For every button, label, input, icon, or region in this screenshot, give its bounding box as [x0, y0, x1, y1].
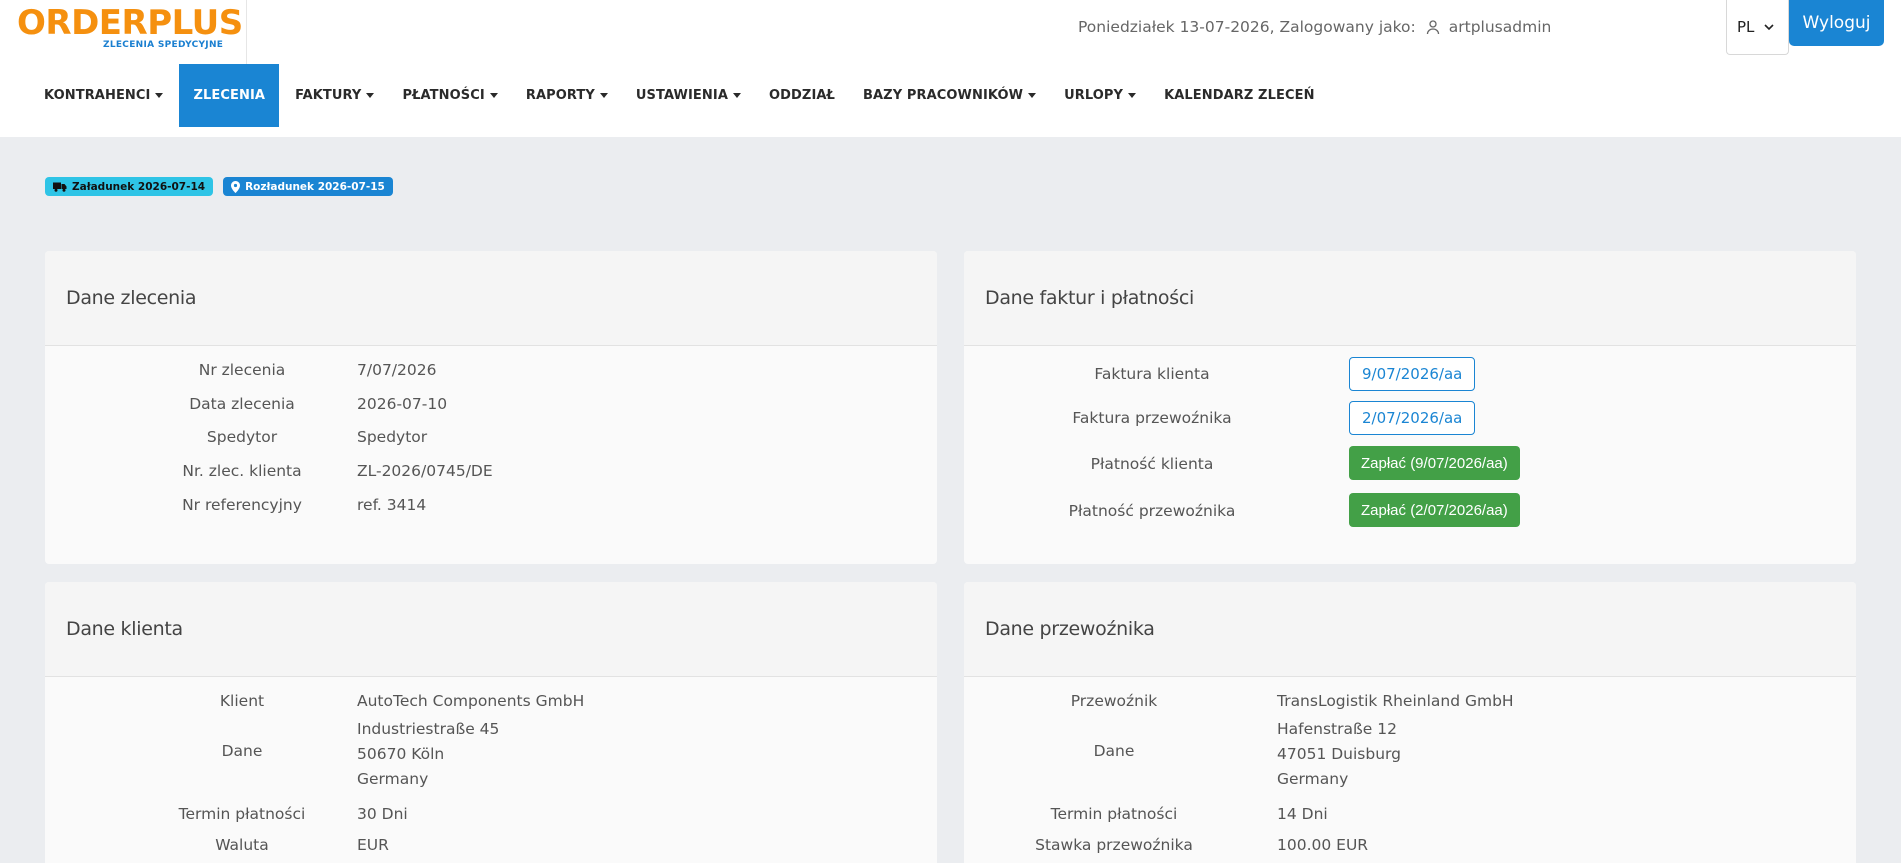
payment-row-carrier: Płatność przewoźnika Zapłać (2/07/2026/a… — [964, 493, 1856, 527]
nav-platnosci[interactable]: PŁATNOŚCI — [388, 64, 511, 127]
unloading-badge: Rozładunek 2026-07-15 — [223, 177, 393, 196]
date-badges: Załadunek 2026-07-14 Rozładunek 2026-07-… — [45, 177, 393, 196]
client-invoice-link[interactable]: 9/07/2026/aa — [1349, 357, 1476, 391]
language-value: PL — [1737, 18, 1755, 36]
nav-zlecenia[interactable]: ZLECENIA — [179, 64, 280, 127]
nav-urlopy[interactable]: URLOPY — [1050, 64, 1150, 127]
carrier-card-title: Dane przewoźnika — [964, 582, 1856, 677]
date-login-text: Poniedziałek 13-07-2026, Zalogowany jako… — [1078, 18, 1416, 36]
language-select[interactable]: PL — [1726, 0, 1789, 55]
nav-faktury[interactable]: FAKTURY — [281, 64, 388, 127]
carrier-address: Hafenstraße 12 47051 Duisburg Germany — [1277, 720, 1401, 788]
client-card-title: Dane klienta — [45, 582, 937, 677]
caret-down-icon — [599, 93, 608, 98]
username: artplusadmin — [1448, 18, 1552, 36]
truck-icon — [53, 182, 67, 192]
logo-text: ORDERPLUS — [17, 3, 243, 43]
map-pin-icon — [231, 180, 241, 193]
nav-kalendarz-zlecen[interactable]: KALENDARZ ZLECEŃ — [1150, 64, 1328, 127]
order-card-title: Dane zlecenia — [45, 251, 937, 346]
nav-bazy-pracownikow[interactable]: BAZY PRACOWNIKÓW — [849, 64, 1050, 127]
unloading-badge-text: Rozładunek 2026-07-15 — [245, 180, 385, 193]
loading-badge: Załadunek 2026-07-14 — [45, 177, 214, 196]
order-details-card: Dane zlecenia Nr zlecenia 7/07/2026 Data… — [45, 251, 937, 564]
nav-kontrahenci[interactable]: KONTRAHENCI — [30, 64, 177, 127]
invoice-row-client: Faktura klienta 9/07/2026/aa — [964, 357, 1856, 391]
main-nav: KONTRAHENCI ZLECENIA FAKTURY PŁATNOŚCI R… — [30, 64, 1329, 127]
caret-down-icon — [1128, 93, 1137, 98]
client-details-card: Dane klienta Klient AutoTech Components … — [45, 582, 937, 863]
chevron-down-icon — [1764, 24, 1774, 31]
user-icon — [1426, 20, 1439, 35]
client-pay-button[interactable]: Zapłać (9/07/2026/aa) — [1349, 446, 1520, 480]
carrier-details-card: Dane przewoźnika Przewoźnik TransLogisti… — [964, 582, 1856, 863]
invoice-row-carrier: Faktura przewoźnika 2/07/2026/aa — [964, 401, 1856, 435]
logo-subtitle: ZLECENIA SPEDYCYJNE — [103, 40, 224, 50]
caret-down-icon — [732, 93, 741, 98]
payment-row-client: Płatność klienta Zapłać (9/07/2026/aa) — [964, 446, 1856, 480]
nav-ustawienia[interactable]: USTAWIENIA — [622, 64, 755, 127]
carrier-pay-button[interactable]: Zapłać (2/07/2026/aa) — [1349, 493, 1520, 527]
caret-down-icon — [155, 93, 164, 98]
nav-oddzial[interactable]: ODDZIAŁ — [755, 64, 849, 127]
caret-down-icon — [489, 93, 498, 98]
logo[interactable]: ORDERPLUS ZLECENIA SPEDYCYJNE — [0, 0, 247, 64]
carrier-name: TransLogistik Rheinland GmbH — [1277, 692, 1514, 710]
loading-badge-text: Załadunek 2026-07-14 — [72, 180, 206, 193]
invoice-card-title: Dane faktur i płatności — [964, 251, 1856, 346]
client-name: AutoTech Components GmbH — [357, 692, 585, 710]
invoice-payment-card: Dane faktur i płatności Faktura klienta … — [964, 251, 1856, 564]
session-info: Poniedziałek 13-07-2026, Zalogowany jako… — [1078, 16, 1551, 38]
caret-down-icon — [366, 93, 375, 98]
nav-raporty[interactable]: RAPORTY — [512, 64, 622, 127]
carrier-invoice-link[interactable]: 2/07/2026/aa — [1349, 401, 1476, 435]
top-header: ORDERPLUS ZLECENIA SPEDYCYJNE Poniedział… — [0, 0, 1901, 137]
client-address: Industriestraße 45 50670 Köln Germany — [357, 720, 500, 788]
logout-button[interactable]: Wyloguj — [1789, 0, 1884, 46]
caret-down-icon — [1028, 93, 1037, 98]
